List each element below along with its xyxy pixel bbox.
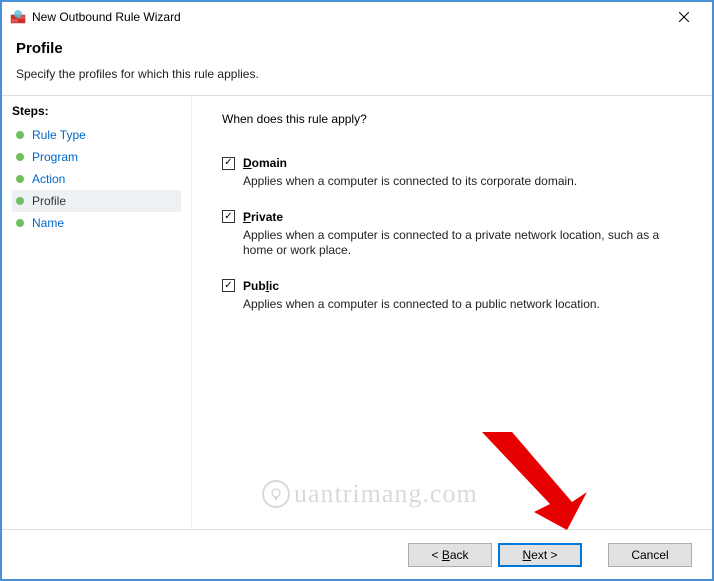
step-bullet-icon: [16, 153, 24, 161]
back-button[interactable]: < Back: [408, 543, 492, 567]
checkbox-domain[interactable]: [222, 157, 235, 170]
firewall-icon: [10, 9, 26, 25]
step-rule-type[interactable]: Rule Type: [12, 124, 181, 146]
step-action[interactable]: Action: [12, 168, 181, 190]
option-desc: Applies when a computer is connected to …: [243, 228, 673, 259]
option-domain: Domain Applies when a computer is connec…: [222, 156, 682, 190]
page-subtitle: Specify the profiles for which this rule…: [16, 67, 698, 81]
step-profile[interactable]: Profile: [12, 190, 181, 212]
cancel-button[interactable]: Cancel: [608, 543, 692, 567]
option-label[interactable]: Private: [243, 210, 283, 224]
steps-sidebar: Steps: Rule Type Program Action Profile …: [2, 96, 192, 528]
step-bullet-icon: [16, 175, 24, 183]
main-panel: When does this rule apply? Domain Applie…: [192, 96, 712, 528]
next-button[interactable]: Next >: [498, 543, 582, 567]
wizard-footer: < Back Next > Cancel: [2, 529, 712, 579]
steps-heading: Steps:: [12, 104, 181, 118]
wizard-body: Steps: Rule Type Program Action Profile …: [2, 95, 712, 528]
option-desc: Applies when a computer is connected to …: [243, 174, 673, 190]
step-name[interactable]: Name: [12, 212, 181, 234]
option-private: Private Applies when a computer is conne…: [222, 210, 682, 259]
checkbox-private[interactable]: [222, 210, 235, 223]
step-label: Program: [32, 150, 78, 164]
close-button[interactable]: [664, 5, 704, 29]
window-title: New Outbound Rule Wizard: [32, 10, 664, 24]
option-desc: Applies when a computer is connected to …: [243, 297, 673, 313]
checkbox-public[interactable]: [222, 279, 235, 292]
step-program[interactable]: Program: [12, 146, 181, 168]
step-bullet-icon: [16, 131, 24, 139]
option-label[interactable]: Public: [243, 279, 279, 293]
step-label: Profile: [32, 194, 66, 208]
step-label: Name: [32, 216, 64, 230]
step-bullet-icon: [16, 197, 24, 205]
page-title: Profile: [16, 40, 698, 57]
step-bullet-icon: [16, 219, 24, 227]
prompt-text: When does this rule apply?: [222, 112, 682, 126]
step-label: Action: [32, 172, 65, 186]
titlebar: New Outbound Rule Wizard: [2, 2, 712, 32]
option-public: Public Applies when a computer is connec…: [222, 279, 682, 313]
option-label[interactable]: Domain: [243, 156, 287, 170]
wizard-header: Profile Specify the profiles for which t…: [2, 32, 712, 95]
step-label: Rule Type: [32, 128, 86, 142]
